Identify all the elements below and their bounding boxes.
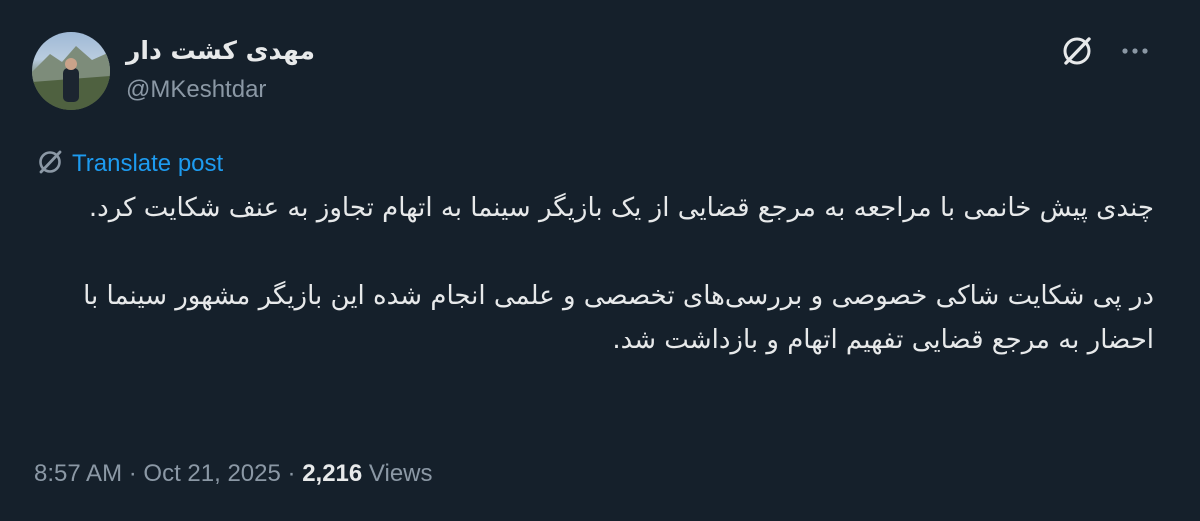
more-options-icon[interactable] bbox=[1122, 47, 1148, 55]
avatar-photo bbox=[32, 46, 110, 110]
views-label: Views bbox=[368, 460, 433, 487]
translate-post-link[interactable]: Translate post bbox=[36, 148, 223, 180]
grok-icon[interactable] bbox=[1060, 34, 1094, 68]
author-handle[interactable]: @MKeshtdar bbox=[126, 76, 266, 104]
header-actions bbox=[1060, 34, 1148, 68]
views-count[interactable]: 2,216 bbox=[302, 460, 362, 487]
author-name[interactable]: مهدی کشت دار bbox=[126, 36, 315, 65]
tweet-text: چندی پیش خانمی با مراجعه به مرجع قضایی ا… bbox=[44, 186, 1154, 362]
tweet-meta: 8:57 AM · Oct 21, 2025 · 2,216 Views bbox=[34, 460, 433, 488]
tweet-paragraph-2: در پی شکایت شاکی خصوصی و بررسی‌های تخصصی… bbox=[83, 281, 1154, 355]
meta-separator: · bbox=[287, 460, 296, 487]
tweet-card: مهدی کشت دار @MKeshtdar Translate post چ… bbox=[0, 0, 1200, 521]
avatar[interactable] bbox=[32, 32, 110, 110]
translate-post-label: Translate post bbox=[72, 150, 224, 177]
tweet-paragraph-1: چندی پیش خانمی با مراجعه به مرجع قضایی ا… bbox=[88, 193, 1154, 223]
meta-separator: · bbox=[128, 460, 137, 487]
post-date[interactable]: Oct 21, 2025 bbox=[143, 460, 280, 487]
post-time[interactable]: 8:57 AM bbox=[34, 460, 122, 487]
translate-icon bbox=[36, 148, 64, 180]
